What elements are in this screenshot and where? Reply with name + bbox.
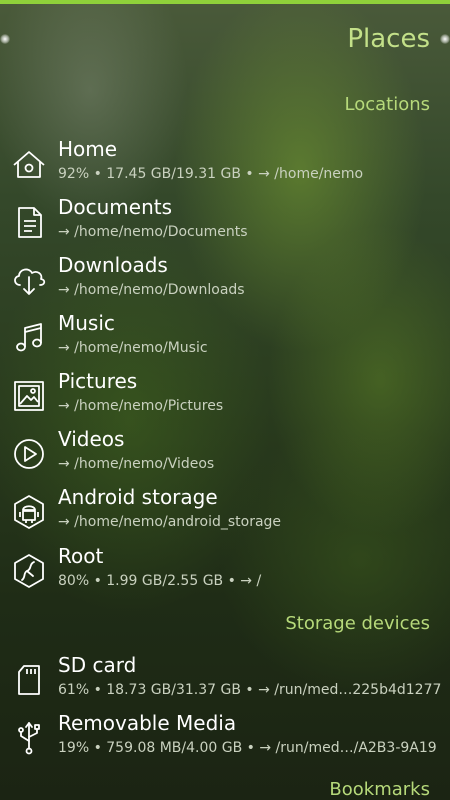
storage-title: SD card	[58, 653, 137, 677]
storage-title: Removable Media	[58, 711, 237, 735]
sd-card-icon	[10, 661, 48, 699]
location-subtitle: → /home/nemo/Pictures	[58, 398, 224, 414]
section-header-bookmarks: Bookmarks	[329, 779, 430, 800]
location-title: Videos	[58, 427, 125, 451]
music-note-icon	[10, 319, 48, 357]
location-item-documents[interactable]: Documents → /home/nemo/Documents	[0, 195, 450, 253]
location-item-pictures[interactable]: Pictures → /home/nemo/Pictures	[0, 369, 450, 427]
document-icon	[10, 203, 48, 241]
location-subtitle: 80% • 1.99 GB/2.55 GB • → /	[58, 573, 262, 589]
location-item-root[interactable]: Root 80% • 1.99 GB/2.55 GB • → /	[0, 544, 450, 602]
root-icon	[10, 552, 48, 590]
location-item-music[interactable]: Music → /home/nemo/Music	[0, 311, 450, 369]
location-item-downloads[interactable]: Downloads → /home/nemo/Downloads	[0, 253, 450, 311]
usb-icon	[10, 719, 48, 757]
home-icon	[10, 145, 48, 183]
storage-item-sd-card[interactable]: SD card 61% • 18.73 GB/31.37 GB • → /run…	[0, 653, 450, 711]
location-title: Home	[58, 137, 118, 161]
storage-item-removable-media[interactable]: Removable Media 19% • 759.08 MB/4.00 GB …	[0, 711, 450, 769]
page-title: Places	[347, 24, 430, 54]
location-title: Pictures	[58, 369, 138, 393]
location-subtitle: 92% • 17.45 GB/19.31 GB • → /home/nemo	[58, 166, 364, 182]
section-header-locations: Locations	[344, 94, 430, 115]
location-title: Android storage	[58, 485, 218, 509]
storage-subtitle: 61% • 18.73 GB/31.37 GB • → /run/med…225…	[58, 682, 442, 698]
location-title: Music	[58, 311, 115, 335]
location-item-home[interactable]: Home 92% • 17.45 GB/19.31 GB • → /home/n…	[0, 137, 450, 195]
location-subtitle: → /home/nemo/Documents	[58, 224, 248, 240]
status-accent-bar	[0, 0, 450, 4]
location-subtitle: → /home/nemo/Videos	[58, 456, 215, 472]
picture-icon	[10, 377, 48, 415]
section-header-storage-devices: Storage devices	[285, 613, 430, 634]
location-item-videos[interactable]: Videos → /home/nemo/Videos	[0, 427, 450, 485]
location-title: Documents	[58, 195, 173, 219]
location-title: Root	[58, 544, 104, 568]
pulley-menu-indicator-icon	[0, 34, 10, 44]
location-subtitle: → /home/nemo/android_storage	[58, 514, 282, 530]
pulley-menu-indicator-icon	[440, 34, 450, 44]
location-title: Downloads	[58, 253, 168, 277]
play-circle-icon	[10, 435, 48, 473]
location-subtitle: → /home/nemo/Downloads	[58, 282, 245, 298]
storage-subtitle: 19% • 759.08 MB/4.00 GB • → /run/med…/A2…	[58, 740, 437, 756]
android-icon	[10, 493, 48, 531]
location-subtitle: → /home/nemo/Music	[58, 340, 208, 356]
location-item-android-storage[interactable]: Android storage → /home/nemo/android_sto…	[0, 485, 450, 543]
cloud-download-icon	[10, 261, 48, 299]
